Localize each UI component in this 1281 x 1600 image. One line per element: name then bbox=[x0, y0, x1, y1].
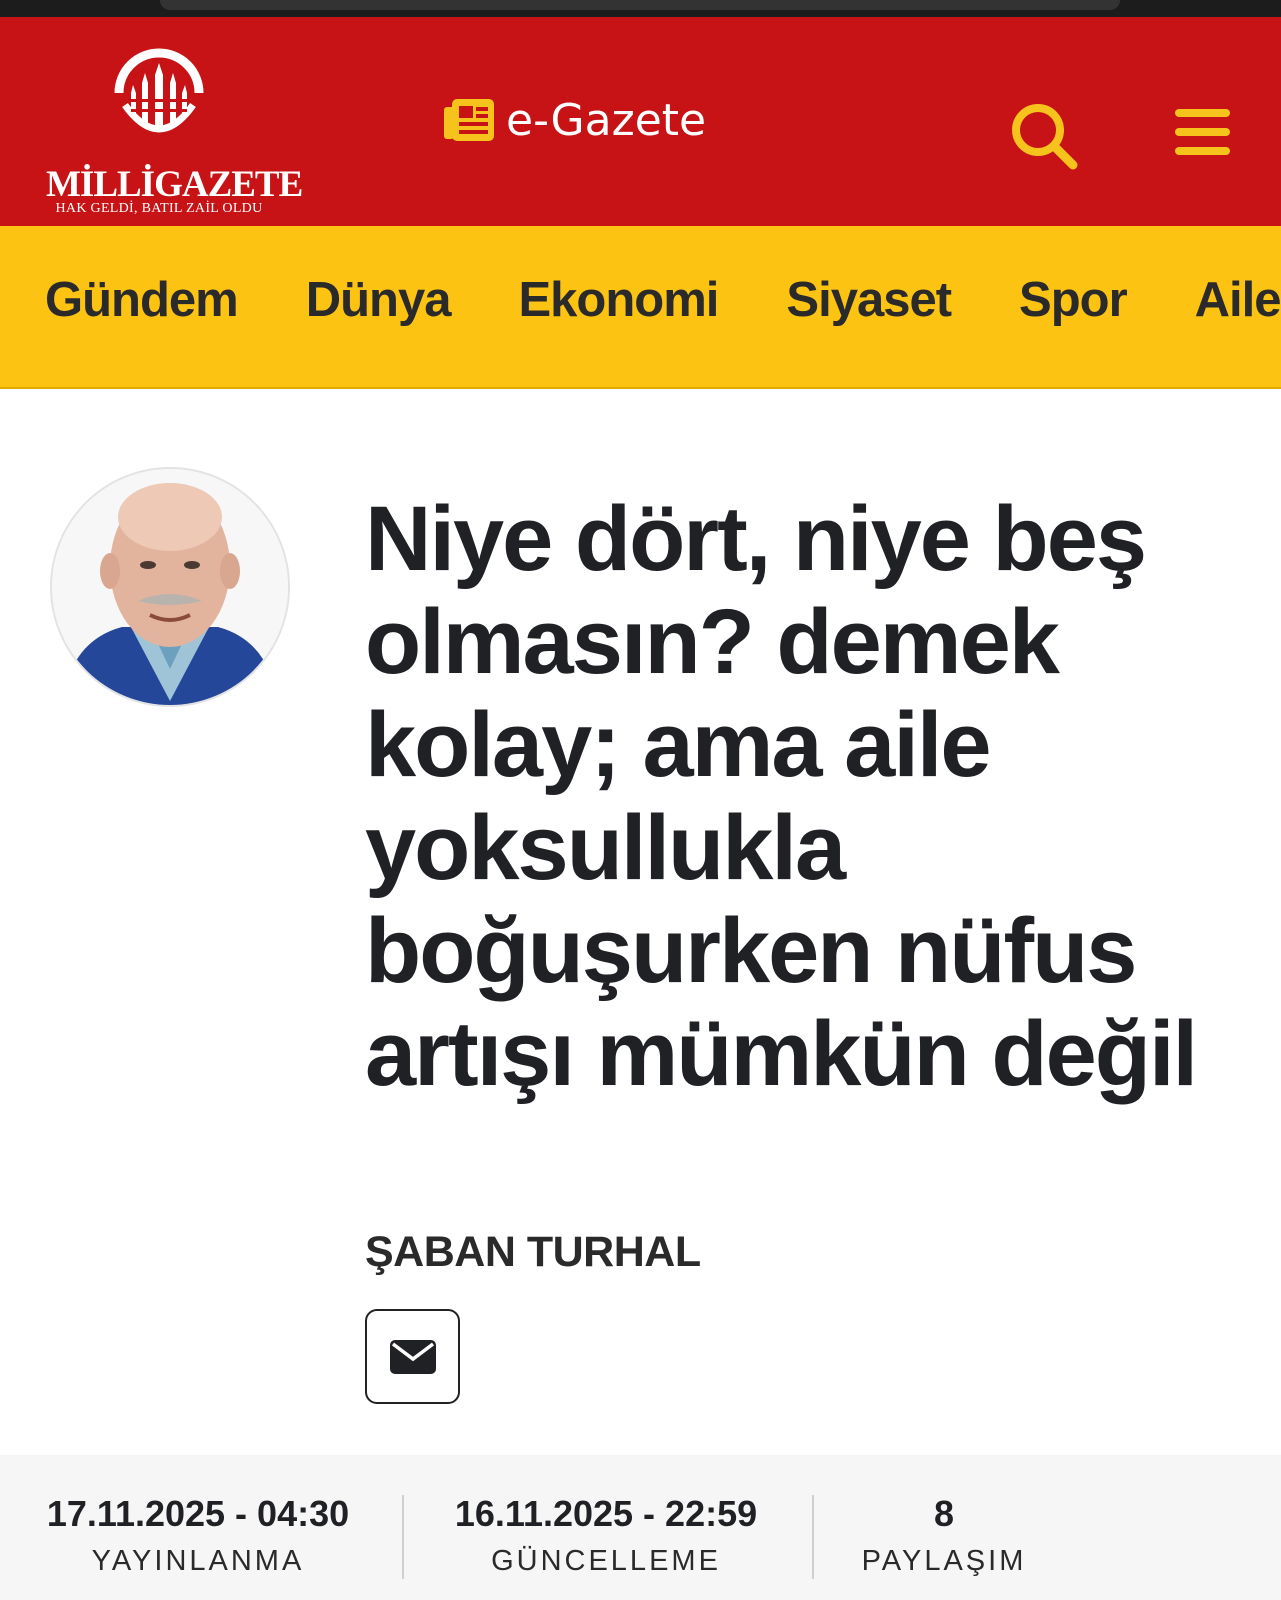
shares-value: 8 bbox=[933, 1493, 955, 1534]
published-value: 17.11.2025 - 04:30 bbox=[46, 1493, 350, 1534]
menu-bar bbox=[1175, 147, 1230, 155]
nav-item-dunya[interactable]: Dünya bbox=[306, 272, 452, 328]
author-mail-button[interactable] bbox=[365, 1309, 460, 1404]
updated-value: 16.11.2025 - 22:59 bbox=[454, 1493, 758, 1534]
author-name[interactable]: ŞABAN TURHAL bbox=[365, 1228, 701, 1277]
author-portrait bbox=[52, 469, 288, 705]
device-notch bbox=[160, 0, 1120, 10]
status-bar bbox=[0, 0, 1281, 17]
author-avatar[interactable] bbox=[50, 467, 290, 707]
egazete-label: e-Gazete bbox=[506, 94, 707, 146]
menu-bar bbox=[1175, 128, 1230, 136]
shares-info[interactable]: 8 PAYLAŞIM bbox=[814, 1493, 1074, 1578]
egazete-link[interactable]: e-Gazete bbox=[444, 94, 707, 146]
hamburger-menu-icon[interactable] bbox=[1175, 109, 1235, 161]
article-title: Niye dört, niye beş olmasın? demek kolay… bbox=[365, 488, 1198, 1105]
search-icon bbox=[1012, 104, 1078, 170]
nav-item-siyaset[interactable]: Siyaset bbox=[786, 272, 952, 328]
nav-item-spor[interactable]: Spor bbox=[1019, 272, 1128, 328]
logo-slogan: HAK GELDİ, BATIL ZAİL OLDU bbox=[55, 201, 263, 216]
nav-item-aile[interactable]: Aile & Sağlık bbox=[1195, 272, 1281, 328]
menu-bar bbox=[1175, 109, 1230, 117]
search-button[interactable] bbox=[1011, 103, 1079, 171]
envelope-icon bbox=[389, 1339, 436, 1374]
article-meta-bar: 17.11.2025 - 04:30 YAYINLANMA 16.11.2025… bbox=[0, 1455, 1281, 1600]
nav-item-gundem[interactable]: Gündem bbox=[45, 272, 239, 328]
updated-label: GÜNCELLEME bbox=[491, 1545, 721, 1577]
updated-info: 16.11.2025 - 22:59 GÜNCELLEME bbox=[404, 1493, 808, 1578]
shares-label: PAYLAŞIM bbox=[861, 1545, 1027, 1577]
nav-item-ekonomi[interactable]: Ekonomi bbox=[519, 272, 720, 328]
published-label: YAYINLANMA bbox=[91, 1545, 305, 1577]
site-logo[interactable]: MİLLİGAZETE HAK GELDİ, BATIL ZAİL OLDU bbox=[46, 41, 303, 221]
minaret-logo-icon bbox=[114, 48, 204, 133]
category-nav: Gündem Dünya Ekonomi Siyaset Spor Aile &… bbox=[0, 226, 1281, 389]
newspaper-icon bbox=[444, 99, 494, 141]
site-header: MİLLİGAZETE HAK GELDİ, BATIL ZAİL OLDU e… bbox=[0, 17, 1281, 226]
published-info: 17.11.2025 - 04:30 YAYINLANMA bbox=[0, 1493, 396, 1578]
logo-wordmark: MİLLİGAZETE bbox=[46, 164, 303, 205]
